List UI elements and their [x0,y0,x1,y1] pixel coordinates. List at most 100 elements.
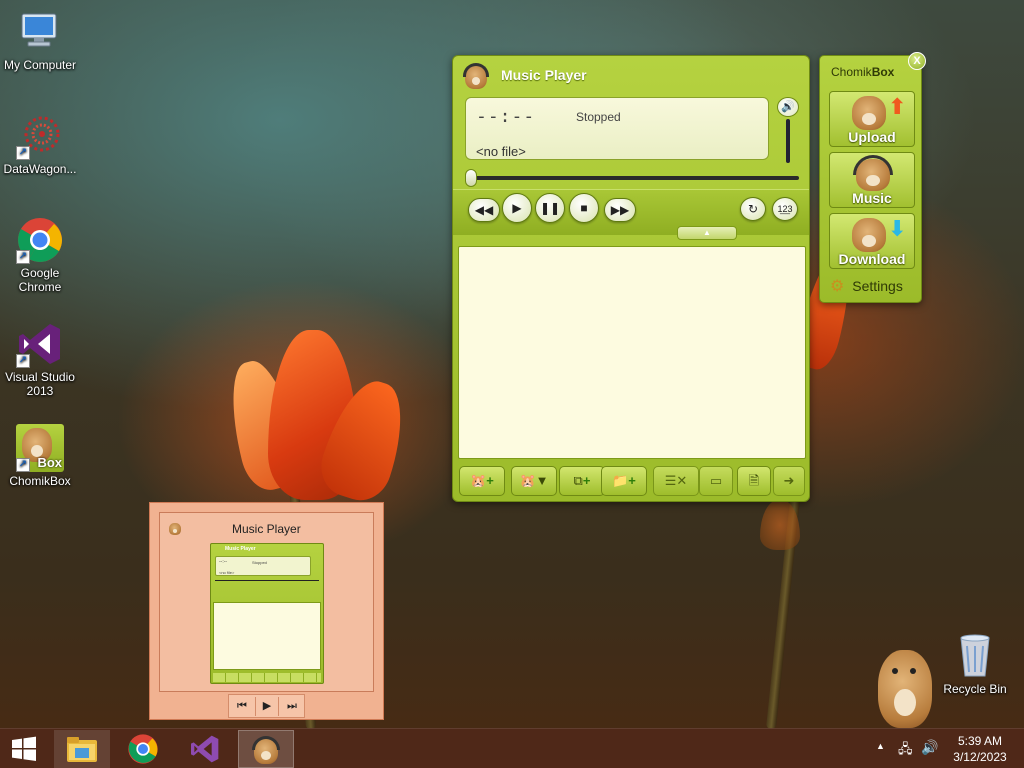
chomikbox-title: ChomikBox [831,65,895,79]
playback-status: Stopped [576,110,621,124]
shortcut-arrow-icon: ↗ [16,146,30,160]
previous-button[interactable]: ⏮ [230,697,254,716]
seek-bar[interactable] [465,169,799,187]
settings-label: Settings [852,278,903,294]
collapse-playlist-button[interactable]: ▲ [677,226,737,240]
mini-seek [215,580,319,581]
clock[interactable]: 5:39 AM 3/12/2023 [948,733,1012,765]
shuffle-button[interactable]: 1̲2̲3 [772,197,798,221]
desktop-icon-datawagon[interactable]: ↗ DataWagon... [0,112,80,176]
playlist-area[interactable] [458,246,806,459]
current-file: <no file> [476,144,526,159]
taskbar-thumbnail-preview[interactable]: Music Player Music Player --:-- Stopped … [149,502,384,720]
play-icon: ▶ [512,201,522,215]
download-label: Download [838,251,906,267]
play-icon: ▶ [262,700,272,712]
visual-studio-icon [191,735,219,763]
volume-slider[interactable] [786,119,790,163]
previous-icon: ⏮ [237,700,247,712]
remove-button[interactable]: ☰✕ [653,466,699,496]
next-icon: ⏭ [287,700,297,712]
desktop-icon-google-chrome[interactable]: ↗ Google Chrome [0,216,80,294]
close-button[interactable]: X [908,52,926,70]
desktop-icon-chomikbox[interactable]: Box ↗ ChomikBox [0,424,80,488]
download-button[interactable]: ⬇ Download [829,213,915,269]
add-file-button[interactable]: 🐹+ [459,466,505,496]
save-playlist-button[interactable]: 🗎 [737,466,771,496]
pause-button[interactable]: ❚❚ [535,193,565,223]
next-button[interactable]: ⏭ [280,697,304,716]
taskbar-chrome[interactable] [115,730,171,768]
desktop-icon-label: Google Chrome [18,266,62,294]
music-player-window[interactable]: Music Player --:-- Stopped <no file> 🔊 ◀… [452,55,810,502]
hamster-headphones-icon [461,61,491,91]
headphones-icon [853,155,893,175]
gear-icon: ⚙ [830,278,845,295]
thumbnail-music-player: Music Player --:-- Stopped <no file> [210,543,324,684]
document-icon: ▭ [709,473,723,488]
fast-forward-button[interactable]: ▶▶ [604,198,636,222]
chevron-up-icon: ▲ [703,228,711,237]
chomikbox-panel[interactable]: ChomikBox X ⬆ Upload Music ⬇ Download ⚙ … [819,52,926,303]
volume-control[interactable]: 🔊 [777,97,799,163]
windows-logo-icon [12,736,36,761]
music-label: Music [852,190,892,206]
repeat-button[interactable]: ↻ [740,197,766,221]
seek-knob[interactable] [465,169,477,187]
sort-icon: 🐹▼ [519,473,549,488]
datawagon-icon: ↗ [16,112,64,160]
music-player-title: Music Player [501,67,587,83]
desktop-icon-my-computer[interactable]: My Computer [0,8,80,72]
music-button[interactable]: Music [829,152,915,208]
mini-time: --:-- [219,559,228,565]
desktop-icon-visual-studio[interactable]: ↗ Visual Studio 2013 [0,320,80,398]
desktop-icon-label: My Computer [3,58,77,72]
add-folder-button[interactable]: 📁+ [601,466,647,496]
desktop-icon-label: DataWagon... [3,162,77,176]
taskbar-visual-studio[interactable] [177,730,233,768]
close-icon: X [913,55,921,67]
hamster-icon [852,218,886,252]
mini-title: Music Player [225,546,256,552]
desktop-icon-recycle-bin[interactable]: Recycle Bin [935,632,1015,696]
thumbnail-title: Music Player [232,522,301,536]
rewind-button[interactable]: ◀◀ [468,198,500,222]
network-icon[interactable]: 🖧 [898,740,913,762]
volume-icon[interactable]: 🔊 [921,739,938,756]
rewind-icon: ◀◀ [474,203,494,217]
save-icon: 🗎 [748,473,760,488]
hamster-mascot[interactable] [874,650,936,728]
add-url-button[interactable]: ⧉+ [559,466,605,496]
settings-link[interactable]: ⚙ Settings [830,276,903,296]
start-button[interactable] [0,730,48,768]
clock-time: 5:39 AM [957,734,1003,748]
hamster-headphones-icon [168,521,182,535]
new-playlist-button[interactable]: ▭ [699,466,733,496]
desktop-icon-label: Visual Studio 2013 [5,370,75,398]
chomikbox-badge: Box [37,455,62,470]
mini-toolbar [213,673,321,682]
show-hidden-icons-button[interactable]: ▲ [876,741,885,751]
speaker-icon[interactable]: 🔊 [777,97,799,117]
play-button[interactable]: ▶ [255,697,279,716]
shortcut-arrow-icon: ↗ [16,354,30,368]
repeat-icon: ↻ [747,202,759,216]
visual-studio-icon: ↗ [16,320,64,368]
taskbar-file-explorer[interactable] [54,730,110,768]
hamster-headphones-icon [251,734,281,764]
thumbnail-controls: ⏮ ▶ ⏭ [228,694,305,718]
stop-icon: ■ [580,201,588,215]
open-playlist-button[interactable]: ➜ [773,466,805,496]
fast-forward-icon: ▶▶ [610,203,630,217]
stop-button[interactable]: ■ [569,193,599,223]
desktop-icon-label: ChomikBox [9,474,71,488]
folder-add-icon: 📁+ [612,473,636,488]
play-button[interactable]: ▶ [502,193,532,223]
pause-icon: ❚❚ [539,201,561,215]
download-arrow-icon: ⬇ [888,216,907,241]
sort-button[interactable]: 🐹▼ [511,466,557,496]
mini-file: <no file> [219,570,235,575]
upload-button[interactable]: ⬆ Upload [829,91,915,147]
taskbar-chomikbox[interactable] [238,730,294,768]
remove-icon: ☰✕ [664,473,688,488]
